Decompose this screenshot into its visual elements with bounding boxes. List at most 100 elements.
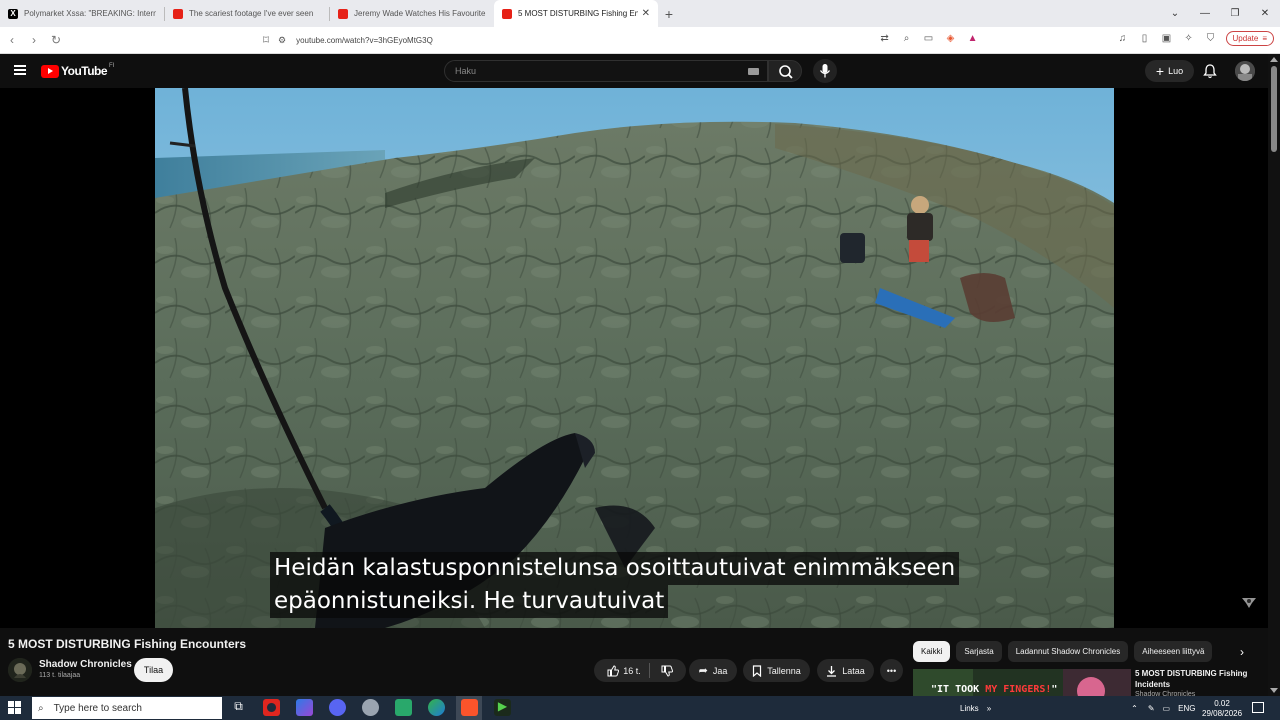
- network-icon[interactable]: ▭: [1163, 704, 1171, 713]
- app-icon-grey[interactable]: [362, 699, 379, 716]
- back-icon[interactable]: ‹: [2, 33, 22, 47]
- close-tab-icon[interactable]: ✕: [642, 8, 650, 19]
- pen-icon[interactable]: ✎: [1148, 704, 1155, 713]
- screen: X Polymarket Xssa: "BREAKING: Intern The…: [0, 0, 1280, 720]
- youtube-logo[interactable]: YouTube FI: [41, 63, 114, 78]
- scroll-up-arrow[interactable]: [1270, 57, 1278, 62]
- subscribe-button[interactable]: Tilaa: [134, 658, 173, 682]
- notification-center-icon[interactable]: [1252, 702, 1264, 713]
- dislike-button[interactable]: [655, 665, 673, 677]
- channel-watermark-icon[interactable]: [1240, 596, 1258, 610]
- opera-icon[interactable]: [263, 699, 280, 716]
- browser-tab-active[interactable]: 5 MOST DISTURBING Fishing En ✕: [494, 0, 658, 27]
- chip-series[interactable]: Sarjasta: [956, 641, 1002, 662]
- scroll-thumb[interactable]: [1271, 66, 1277, 152]
- chevron-up-icon[interactable]: ⌃: [1131, 704, 1138, 713]
- bookmark-icon[interactable]: ⌑: [256, 33, 276, 47]
- clock-date: 29/08/2026: [1202, 709, 1243, 718]
- close-window-icon[interactable]: ✕: [1250, 8, 1280, 19]
- translate-icon[interactable]: ⇄: [878, 33, 892, 44]
- keyboard-icon[interactable]: [748, 68, 759, 75]
- subtitle-row: epäonnistuneiksi. He turvautuivat: [270, 585, 959, 618]
- app-icon[interactable]: [296, 699, 313, 716]
- restore-icon[interactable]: ❐: [1220, 8, 1250, 19]
- chip-uploaded-by-channel[interactable]: Ladannut Shadow Chronicles: [1007, 641, 1129, 662]
- video-frame[interactable]: [155, 88, 1114, 628]
- thumbs-up-icon: [607, 664, 620, 676]
- channel-avatar[interactable]: [8, 658, 32, 682]
- share-icon: ➦: [698, 665, 708, 677]
- recommended-video-thumbnail[interactable]: "IT TOOK MY FINGERS!": [913, 669, 1131, 696]
- new-tab-button[interactable]: +: [658, 6, 680, 22]
- media-icon[interactable]: ♫: [1116, 33, 1130, 44]
- more-actions-button[interactable]: •••: [880, 659, 903, 682]
- reload-icon[interactable]: ↻: [46, 33, 66, 47]
- brave-shield-icon[interactable]: ◈: [944, 33, 958, 44]
- thumbnail-caption-red: MY FINGERS!: [985, 684, 1052, 695]
- edge-icon[interactable]: [428, 699, 445, 716]
- windows-taskbar: ⌕ Type here to search ⧉ ▶ Links » ⌃ ✎ ▭ …: [0, 696, 1280, 720]
- menu-icon: ≡: [1262, 34, 1267, 43]
- share-button[interactable]: ➦ Jaa: [689, 659, 737, 682]
- taskbar-search-input[interactable]: ⌕ Type here to search: [32, 697, 222, 719]
- address-bar: ‹ › ↻ ⌑ ⚙ youtube.com/watch?v=3hGEyoMtG3…: [0, 27, 1280, 54]
- links-toolbar[interactable]: Links: [960, 704, 979, 713]
- like-button[interactable]: 16 t.: [607, 663, 650, 678]
- thumbnail-caption-end: ": [1051, 684, 1058, 695]
- download-button[interactable]: Lataa: [817, 659, 874, 682]
- chip-all[interactable]: Kaikki: [913, 641, 951, 662]
- minimize-icon[interactable]: —: [1190, 8, 1220, 19]
- account-avatar[interactable]: [1235, 61, 1255, 81]
- scroll-down-arrow[interactable]: [1270, 688, 1278, 693]
- vpn-icon[interactable]: ⛉: [1204, 33, 1218, 44]
- chevron-right-icon[interactable]: ›: [1240, 645, 1244, 659]
- save-button[interactable]: Tallenna: [743, 659, 810, 682]
- update-label: Update: [1232, 34, 1259, 43]
- discord-icon[interactable]: [329, 699, 346, 716]
- chip-related[interactable]: Aiheeseen liittyvä: [1134, 641, 1213, 662]
- brave-rewards-icon[interactable]: ▲: [966, 33, 980, 44]
- tab-title: Jeremy Wade Watches His Favourite: [354, 9, 486, 18]
- update-button[interactable]: Update ≡: [1225, 31, 1274, 46]
- sidebar-icon[interactable]: ▯: [1138, 33, 1152, 44]
- cast-icon[interactable]: ▭: [922, 33, 936, 44]
- browser-tab[interactable]: Jeremy Wade Watches His Favourite: [330, 0, 494, 27]
- browser-tab[interactable]: The scariest footage I've ever seen: [165, 0, 329, 27]
- media-player-icon[interactable]: ▶: [494, 699, 511, 716]
- app-icon-green[interactable]: [395, 699, 412, 716]
- browser-tab[interactable]: X Polymarket Xssa: "BREAKING: Intern: [0, 0, 164, 27]
- wallet-icon[interactable]: ▣: [1160, 33, 1174, 44]
- youtube-icon: [502, 8, 512, 19]
- forward-icon[interactable]: ›: [24, 33, 44, 47]
- create-button[interactable]: + Luo: [1145, 60, 1194, 82]
- windows-start-icon[interactable]: [8, 701, 21, 714]
- brave-icon[interactable]: [461, 699, 478, 716]
- guide-menu-icon[interactable]: [14, 65, 26, 75]
- bell-shape: [1203, 64, 1217, 79]
- chevron-right-icon[interactable]: »: [987, 704, 991, 713]
- channel-name[interactable]: Shadow Chronicles: [39, 659, 132, 670]
- notifications-bell-icon[interactable]: [1202, 63, 1218, 79]
- site-info-icon[interactable]: ⚙: [278, 35, 286, 46]
- task-view-icon[interactable]: ⧉: [230, 699, 247, 716]
- tab-search-icon[interactable]: ⌄: [1160, 8, 1190, 19]
- plus-icon: +: [1155, 63, 1165, 79]
- extensions-icon[interactable]: ✧: [1182, 33, 1196, 44]
- video-player[interactable]: Heidän kalastusponnistelunsa osoittautui…: [0, 88, 1268, 628]
- voice-search-button[interactable]: [813, 59, 837, 83]
- create-label: Luo: [1168, 66, 1184, 76]
- toolbar-right: ⇄ ⌕ ▭ ◈ ▲ ♫ ▯ ▣ ✧ ⛉ Update ≡: [878, 31, 1274, 46]
- language-indicator[interactable]: ENG: [1178, 704, 1195, 713]
- taskbar-clock[interactable]: 0.02 29/08/2026: [1202, 699, 1242, 719]
- zoom-icon[interactable]: ⌕: [900, 33, 914, 44]
- thumbnail-caption-part: "IT TOOK: [931, 684, 986, 695]
- search-button[interactable]: [768, 60, 802, 82]
- download-icon: [827, 665, 837, 677]
- page-scrollbar[interactable]: [1268, 54, 1280, 696]
- recommended-video-title[interactable]: 5 MOST DISTURBING Fishing Incidents: [1135, 668, 1265, 690]
- window-controls: ⌄ — ❐ ✕: [1160, 0, 1280, 27]
- search-input[interactable]: Haku: [444, 60, 768, 82]
- subtitle-line-1: Heidän kalastusponnistelunsa osoittautui…: [270, 552, 960, 585]
- subtitle-row: Heidän kalastusponnistelunsa osoittautui…: [270, 552, 960, 585]
- subscriber-count: 113 t. tilaajaa: [39, 672, 81, 679]
